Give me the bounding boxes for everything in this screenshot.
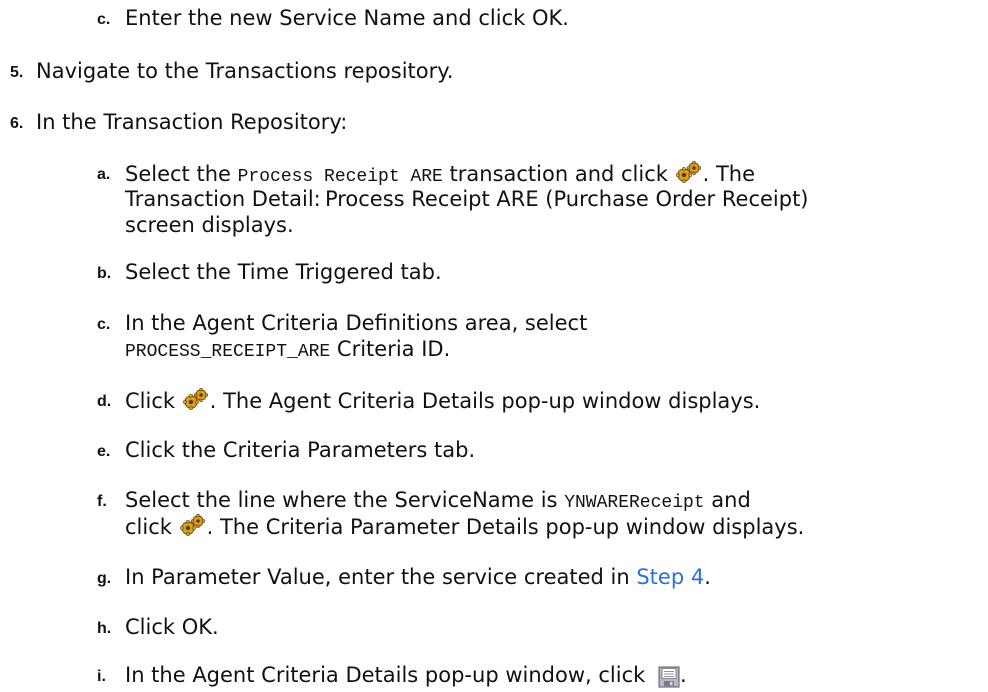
substep-text: transaction and click (442, 162, 675, 186)
substep-line: PROCESS_RECEIPT_ARE Criteria ID. (125, 336, 450, 365)
substep-text: . (679, 663, 687, 687)
substep-text: click (125, 515, 179, 539)
step-text: Enter the new Service Name and click OK. (125, 6, 569, 30)
substep-marker: d. (97, 393, 112, 410)
save-icon[interactable] (658, 666, 680, 688)
step-4-link[interactable]: Step 4 (636, 565, 704, 589)
substep-text: Click OK. (125, 615, 219, 639)
document-page: c. Enter the new Service Name and click … (0, 0, 988, 692)
substep-text: In the Agent Criteria Definitions area, … (125, 311, 588, 335)
substep-text: Criteria ID. (330, 337, 451, 361)
substep-text: . The Criteria Parameter Details pop-up … (206, 515, 805, 539)
substep-marker: f. (97, 493, 107, 510)
step-marker: c. (97, 11, 111, 28)
substep-marker: h. (97, 620, 112, 637)
substep-marker: e. (97, 443, 111, 460)
substep-text: Transaction Detail: Process Receipt ARE … (125, 187, 809, 211)
gear-details-icon[interactable] (180, 513, 206, 537)
substep-text: Click the Criteria Parameters tab. (125, 438, 476, 462)
code-text: Process Receipt ARE (237, 167, 443, 187)
substep-line: In Parameter Value, enter the service cr… (125, 564, 711, 590)
substep-text: Select the line where the ServiceName is (125, 488, 565, 512)
step-number: 5. (10, 64, 24, 81)
substep-marker: g. (97, 570, 112, 587)
substep-line: click . The Criteria Parameter Details p… (125, 513, 804, 540)
step-text: Navigate to the Transactions repository. (36, 59, 454, 83)
gear-details-icon[interactable] (676, 160, 702, 184)
substep-text: Click (125, 389, 182, 413)
substep-marker: a. (97, 166, 111, 183)
substep-text: . The (702, 162, 756, 186)
substep-text: Select the (125, 162, 238, 186)
substep-text: In Parameter Value, enter the service cr… (125, 565, 637, 589)
substep-line: In the Agent Criteria Details pop-up win… (125, 662, 687, 688)
substep-text: screen displays. (125, 213, 294, 237)
substep-text: . The Agent Criteria Details pop-up wind… (209, 389, 761, 413)
step-number: 6. (10, 115, 24, 132)
code-text: YNWAREReceipt (564, 493, 705, 513)
substep-marker: b. (97, 265, 112, 282)
substep-marker: i. (97, 668, 106, 685)
gear-details-icon[interactable] (183, 387, 209, 411)
substep-text: . (704, 565, 711, 589)
substep-text: and (704, 488, 751, 512)
step-text: In the Transaction Repository: (36, 110, 348, 134)
substep-line: Click . The Agent Criteria Details pop-u… (125, 387, 760, 414)
substep-marker: c. (97, 316, 111, 333)
substep-text: In the Agent Criteria Details pop-up win… (125, 663, 652, 687)
code-text: PROCESS_RECEIPT_ARE (125, 342, 331, 362)
substep-text: Select the Time Triggered tab. (125, 260, 442, 284)
substep-line: Select the line where the ServiceName is… (125, 487, 751, 516)
